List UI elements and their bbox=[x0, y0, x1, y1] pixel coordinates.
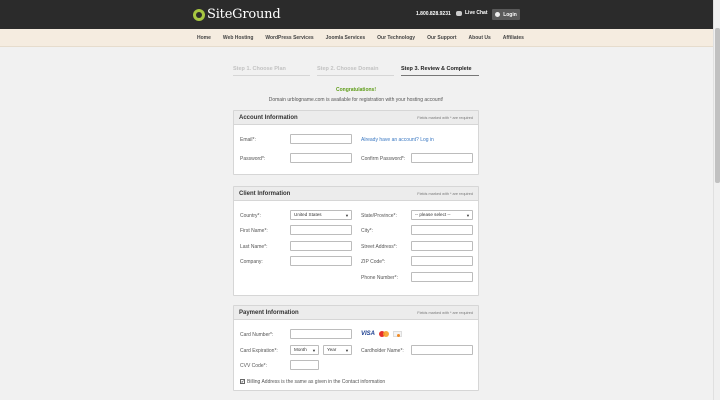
panel-title: Account Information bbox=[239, 115, 298, 121]
password-label: Password*: bbox=[240, 156, 266, 162]
user-icon bbox=[495, 12, 501, 17]
zip-code-input[interactable] bbox=[411, 256, 473, 266]
nav-item-home[interactable]: Home bbox=[197, 35, 211, 41]
mastercard-icon bbox=[379, 331, 390, 337]
account-information-panel: Account Information Fields marked with *… bbox=[233, 110, 479, 175]
state-select[interactable]: -- please select -- ▼ bbox=[411, 210, 473, 220]
country-select[interactable]: United States ▼ bbox=[290, 210, 352, 220]
card-expiration-label: Card Expiration*: bbox=[240, 348, 278, 354]
nav-item-wordpress-services[interactable]: WordPress Services bbox=[265, 35, 313, 41]
dropdown-arrow-icon: ▼ bbox=[345, 348, 349, 353]
dropdown-arrow-icon: ▼ bbox=[345, 213, 349, 218]
billing-same-label: Billing Address is the same as given in … bbox=[247, 379, 386, 385]
email-label: Email*: bbox=[240, 137, 256, 143]
nav-item-about-us[interactable]: About Us bbox=[469, 35, 491, 41]
phone-number: 1.800.828.9231 bbox=[416, 11, 451, 17]
cvv-code-input[interactable] bbox=[290, 360, 319, 370]
country-label: Country*: bbox=[240, 213, 261, 219]
expiration-month-select[interactable]: Month ▼ bbox=[290, 345, 319, 355]
step-review-complete: Step 3. Review & Complete bbox=[401, 66, 479, 76]
nav-item-joomla-services[interactable]: Joomla Services bbox=[326, 35, 365, 41]
city-input[interactable] bbox=[411, 225, 473, 235]
step-choose-domain[interactable]: Step 2. Choose Domain bbox=[317, 66, 394, 76]
login-button[interactable]: Login bbox=[492, 9, 520, 20]
dropdown-arrow-icon: ▼ bbox=[312, 348, 316, 353]
required-note: Fields marked with * are required bbox=[417, 116, 473, 120]
card-number-input[interactable] bbox=[290, 329, 352, 339]
panel-title: Payment Information bbox=[239, 310, 299, 316]
card-number-label: Card Number*: bbox=[240, 332, 274, 338]
step-choose-plan[interactable]: Step 1. Choose Plan bbox=[233, 66, 310, 76]
email-input[interactable] bbox=[290, 134, 352, 144]
panel-header: Account Information Fields marked with *… bbox=[234, 111, 478, 125]
login-link[interactable]: Already have an account? Log in bbox=[361, 137, 434, 143]
required-note: Fields marked with * are required bbox=[417, 311, 473, 315]
live-chat-label: Live Chat bbox=[465, 10, 488, 16]
cardholder-name-input[interactable] bbox=[411, 345, 473, 355]
page-scrollbar[interactable] bbox=[713, 0, 720, 400]
panel-header: Payment Information Fields marked with *… bbox=[234, 306, 478, 320]
scrollbar-thumb[interactable] bbox=[715, 28, 720, 183]
logo-icon bbox=[193, 8, 205, 21]
state-label: State/Province*: bbox=[361, 213, 397, 219]
nav-item-our-technology[interactable]: Our Technology bbox=[377, 35, 415, 41]
confirm-password-input[interactable] bbox=[411, 153, 473, 163]
company-input[interactable] bbox=[290, 256, 352, 266]
visa-icon: VISA bbox=[361, 331, 376, 337]
street-address-label: Street Address*: bbox=[361, 244, 398, 250]
panel-title: Client Information bbox=[239, 191, 291, 197]
chat-icon bbox=[456, 10, 462, 16]
main-nav: Home Web Hosting WordPress Services Joom… bbox=[0, 29, 713, 47]
domain-available-message: Domain urblogname.com is available for r… bbox=[268, 97, 444, 103]
panel-header: Client Information Fields marked with * … bbox=[234, 187, 478, 201]
client-information-panel: Client Information Fields marked with * … bbox=[233, 186, 479, 296]
last-name-input[interactable] bbox=[290, 241, 352, 251]
country-value: United States bbox=[294, 212, 322, 217]
live-chat-link[interactable]: Live Chat bbox=[456, 10, 488, 16]
month-value: Month bbox=[294, 347, 307, 352]
required-note: Fields marked with * are required bbox=[417, 192, 473, 196]
payment-information-panel: Payment Information Fields marked with *… bbox=[233, 305, 479, 391]
first-name-input[interactable] bbox=[290, 225, 352, 235]
cvv-code-label: CVV Code*: bbox=[240, 363, 267, 369]
billing-same-checkbox[interactable]: ✔ bbox=[240, 379, 245, 384]
last-name-label: Last Name*: bbox=[240, 244, 268, 250]
cardholder-name-label: Cardholder Name*: bbox=[361, 348, 404, 354]
nav-item-affiliates[interactable]: Affiliates bbox=[503, 35, 524, 41]
street-address-input[interactable] bbox=[411, 241, 473, 251]
phone-number-label: Phone Number*: bbox=[361, 275, 398, 281]
state-value: -- please select -- bbox=[415, 212, 451, 217]
logo-text: SiteGround bbox=[207, 7, 281, 22]
nav-item-our-support[interactable]: Our Support bbox=[427, 35, 456, 41]
company-label: Company: bbox=[240, 259, 263, 265]
password-input[interactable] bbox=[290, 153, 352, 163]
dropdown-arrow-icon: ▼ bbox=[466, 213, 470, 218]
accepted-cards: VISA bbox=[361, 331, 403, 337]
nav-item-web-hosting[interactable]: Web Hosting bbox=[223, 35, 253, 41]
zip-code-label: ZIP Code*: bbox=[361, 259, 386, 265]
login-label: Login bbox=[503, 11, 517, 18]
expiration-year-select[interactable]: Year ▼ bbox=[323, 345, 352, 355]
first-name-label: First Name*: bbox=[240, 228, 268, 234]
year-value: Year bbox=[327, 347, 337, 352]
phone-number-input[interactable] bbox=[411, 272, 473, 282]
siteground-logo[interactable]: SiteGround bbox=[193, 6, 281, 23]
city-label: City*: bbox=[361, 228, 373, 234]
checkout-steps: Step 1. Choose Plan Step 2. Choose Domai… bbox=[233, 66, 479, 76]
confirm-password-label: Confirm Password*: bbox=[361, 156, 406, 162]
top-bar: SiteGround 1.800.828.9231 Live Chat Logi… bbox=[0, 0, 713, 29]
discover-icon bbox=[393, 331, 403, 337]
congrats-message: Congratulations! bbox=[336, 87, 376, 93]
